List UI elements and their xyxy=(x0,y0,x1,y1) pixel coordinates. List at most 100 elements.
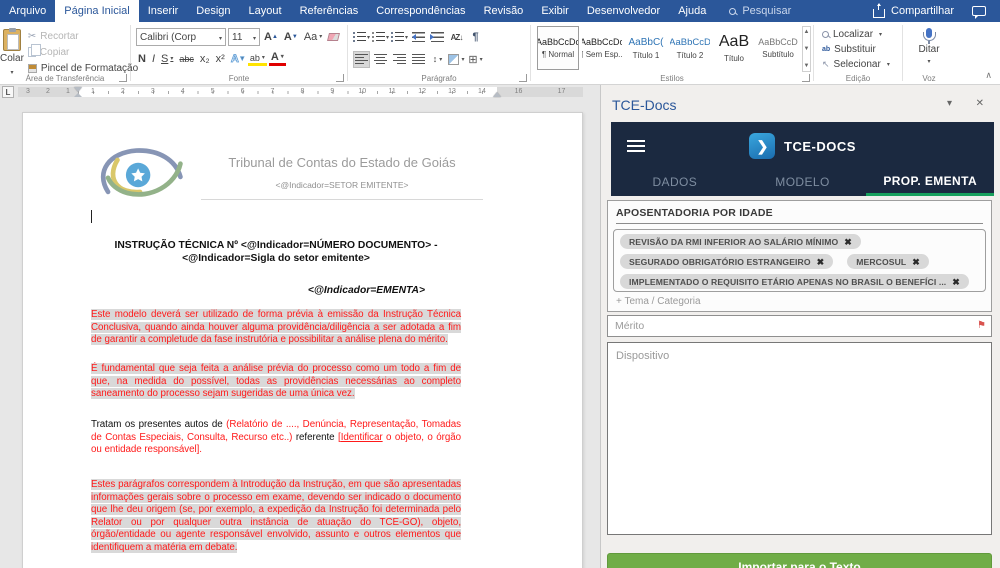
show-marks-button[interactable]: ¶ xyxy=(467,29,484,46)
pane-close-icon[interactable] xyxy=(976,98,984,109)
highlight-color-button[interactable]: ab xyxy=(248,53,267,66)
theme-chip[interactable]: MERCOSUL xyxy=(847,254,929,269)
font-color-button[interactable]: A xyxy=(269,52,286,66)
clipboard-group-label: Área de Transferência xyxy=(0,74,130,83)
ribbon-tab[interactable]: Revisão xyxy=(475,0,533,22)
style-card[interactable]: AaBbC( Título 1 xyxy=(625,26,667,70)
cut-button[interactable]: Recortar xyxy=(24,28,142,44)
styles-gallery-scroll[interactable]: ▲ ▼ ▼ xyxy=(802,26,811,72)
copy-button[interactable]: Copiar xyxy=(24,44,142,60)
ribbon-tab[interactable]: Exibir xyxy=(532,0,578,22)
subscript-button[interactable]: x₂ xyxy=(198,52,212,66)
style-card[interactable]: AaBbCcD Título 2 xyxy=(669,26,711,70)
paragraph-autos: Tratam os presentes autos de (Relatório … xyxy=(91,419,461,457)
sort-button[interactable]: AZ↓ xyxy=(448,29,465,46)
ribbon-tab[interactable]: Design xyxy=(187,0,239,22)
styles-dialog-launcher-icon[interactable] xyxy=(802,74,810,82)
clipboard-dialog-launcher-icon[interactable] xyxy=(119,74,127,82)
search-box[interactable]: Pesquisar xyxy=(729,0,791,22)
ribbon-tab[interactable]: Layout xyxy=(240,0,291,22)
tab-stop-selector[interactable]: L xyxy=(2,86,14,98)
comments-icon[interactable] xyxy=(972,6,986,16)
scroll-down-icon[interactable]: ▼ xyxy=(804,46,810,52)
scroll-up-icon[interactable]: ▲ xyxy=(804,29,810,35)
collapse-ribbon-icon[interactable] xyxy=(985,70,992,81)
share-button[interactable]: Compartilhar xyxy=(873,5,954,18)
align-right-button[interactable] xyxy=(391,51,408,68)
import-to-text-button[interactable]: Importar para o Texto xyxy=(607,553,992,568)
theme-chip[interactable]: IMPLEMENTADO O REQUISITO ETÁRIO APENAS N… xyxy=(620,274,969,289)
style-card[interactable]: AaBbCcD Subtítulo xyxy=(757,26,799,70)
change-case-button[interactable]: Aa xyxy=(302,30,324,44)
dispositivo-textarea[interactable] xyxy=(607,342,992,535)
document-area: Tribunal de Contas do Estado de Goiás <@… xyxy=(0,99,600,568)
more-styles-icon[interactable]: ▼ xyxy=(804,63,810,69)
merito-field-wrap xyxy=(607,315,992,337)
underline-button[interactable]: S xyxy=(159,52,175,66)
ribbon-tab[interactable]: Referências xyxy=(291,0,368,22)
ribbon-tab[interactable]: Ajuda xyxy=(669,0,715,22)
italic-button[interactable]: I xyxy=(150,52,157,66)
word-window: ArquivoPágina InicialInserirDesignLayout… xyxy=(0,0,1000,568)
numbering-button[interactable] xyxy=(372,29,389,46)
bold-button[interactable]: N xyxy=(136,52,148,66)
font-name-select[interactable]: Calibri (Corp xyxy=(136,28,226,46)
remove-chip-icon[interactable] xyxy=(817,258,825,266)
pane-options-icon[interactable] xyxy=(947,98,952,109)
ribbon-tab[interactable]: Página Inicial xyxy=(55,0,138,22)
style-card[interactable]: AaBbCcDc ¶ Normal xyxy=(537,26,579,70)
multilevel-icon xyxy=(391,32,403,42)
paragraph-dialog-launcher-icon[interactable] xyxy=(519,74,527,82)
decrease-indent-button[interactable] xyxy=(410,29,427,46)
document-page[interactable]: Tribunal de Contas do Estado de Goiás <@… xyxy=(22,112,583,568)
right-indent-marker[interactable] xyxy=(493,88,501,97)
horizontal-ruler[interactable]: 321 1234567891011121314 1617 xyxy=(18,87,583,97)
dictate-button[interactable]: Ditar xyxy=(918,44,939,55)
clear-formatting-button[interactable] xyxy=(326,33,341,41)
theme-chip[interactable]: REVISÃO DA RMI INFERIOR AO SALÁRIO MÍNIM… xyxy=(620,234,861,249)
font-size-select[interactable]: 11 xyxy=(228,28,260,46)
theme-chip[interactable]: SEGURADO OBRIGATÓRIO ESTRANGEIRO xyxy=(620,254,833,269)
decrease-indent-icon xyxy=(412,32,425,42)
style-card[interactable]: AaB Título xyxy=(713,26,755,70)
grow-font-button[interactable]: A▲ xyxy=(262,30,280,44)
bullets-button[interactable] xyxy=(353,29,370,46)
select-icon xyxy=(822,59,830,70)
justify-button[interactable] xyxy=(410,51,427,68)
merito-input[interactable] xyxy=(607,315,992,337)
remove-chip-icon[interactable] xyxy=(844,238,852,246)
borders-button[interactable]: ⊞ xyxy=(467,51,484,68)
pane-tab[interactable]: MODELO xyxy=(739,168,867,196)
find-button[interactable]: Localizar xyxy=(822,27,898,41)
share-label: Compartilhar xyxy=(891,5,954,17)
style-card[interactable]: AaBbCcDc ¶ Sem Esp... xyxy=(581,26,623,70)
pane-tab[interactable]: DADOS xyxy=(611,168,739,196)
text-effects-button[interactable]: A xyxy=(229,52,246,66)
multilevel-list-button[interactable] xyxy=(391,29,408,46)
line-spacing-button[interactable]: ↕ xyxy=(429,51,446,68)
shading-button[interactable] xyxy=(448,51,465,68)
shrink-font-button[interactable]: A▼ xyxy=(282,30,300,44)
ruler: L 321 1234567891011121314 1617 xyxy=(0,85,600,99)
ribbon-tab[interactable]: Inserir xyxy=(139,0,188,22)
styles-gallery: AaBbCcDc ¶ Normal AaBbCcDc ¶ Sem Esp... … xyxy=(537,26,799,70)
align-center-button[interactable] xyxy=(372,51,389,68)
ribbon-tab[interactable]: Desenvolvedor xyxy=(578,0,669,22)
font-dialog-launcher-icon[interactable] xyxy=(336,74,344,82)
remove-chip-icon[interactable] xyxy=(912,258,920,266)
strikethrough-button[interactable]: abc xyxy=(177,52,196,66)
ribbon-tab[interactable]: Arquivo xyxy=(0,0,55,22)
select-button[interactable]: Selecionar xyxy=(822,58,898,72)
superscript-button[interactable]: x² xyxy=(214,52,227,66)
tce-go-logo xyxy=(93,143,187,207)
voice-group-label: Voz xyxy=(903,74,955,83)
theme-chips-box[interactable]: REVISÃO DA RMI INFERIOR AO SALÁRIO MÍNIM… xyxy=(613,229,986,292)
replace-button[interactable]: abSubstituir xyxy=(822,42,898,56)
add-theme-button[interactable]: + Tema / Categoria xyxy=(616,296,983,307)
increase-indent-button[interactable] xyxy=(429,29,446,46)
align-left-button[interactable] xyxy=(353,51,370,68)
remove-chip-icon[interactable] xyxy=(952,278,960,286)
ribbon-tab[interactable]: Correspondências xyxy=(367,0,474,22)
hanging-indent-marker[interactable] xyxy=(74,89,82,97)
pane-tab[interactable]: PROP. EMENTA xyxy=(866,168,994,196)
